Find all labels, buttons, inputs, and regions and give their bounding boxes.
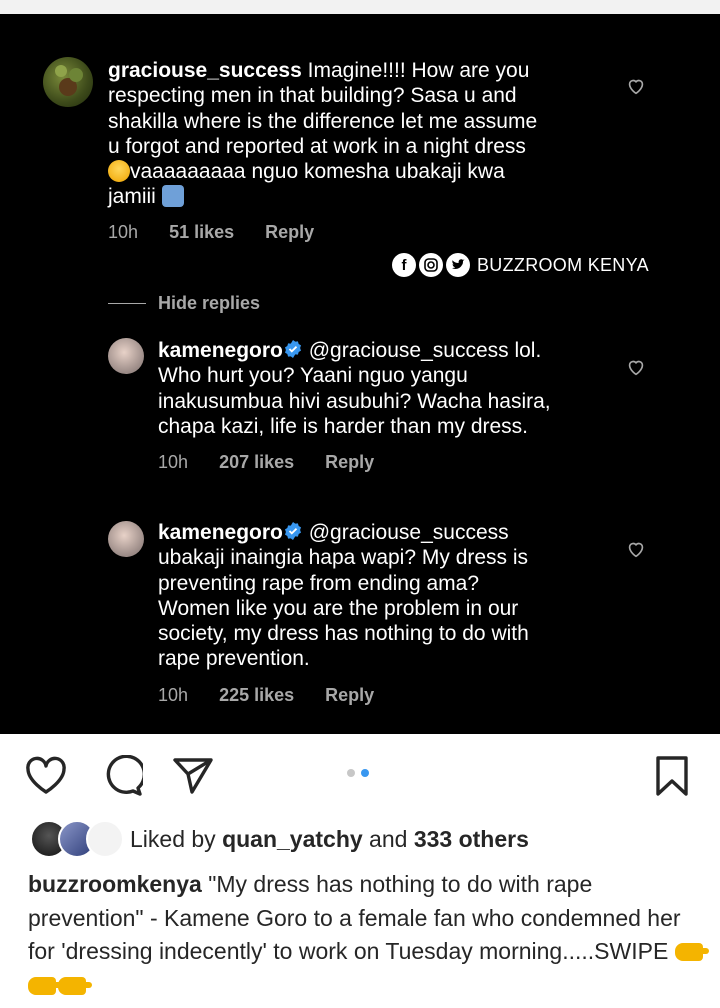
carousel-dot-active[interactable] bbox=[361, 769, 369, 777]
share-icon[interactable] bbox=[172, 756, 214, 796]
verified-badge-icon bbox=[284, 522, 301, 540]
smirk-emoji-icon bbox=[108, 160, 130, 183]
heart-icon[interactable] bbox=[625, 538, 647, 560]
bookmark-icon[interactable] bbox=[654, 755, 690, 797]
commenter-avatar[interactable] bbox=[43, 57, 93, 107]
comment-screenshot: graciouse_success Imagine!!!! How are yo… bbox=[0, 14, 720, 734]
comment-body: graciouse_success Imagine!!!! How are yo… bbox=[108, 59, 538, 209]
heart-icon[interactable] bbox=[625, 356, 647, 378]
reply-avatar[interactable] bbox=[108, 338, 144, 374]
comment-icon[interactable] bbox=[101, 755, 143, 797]
hide-replies-button[interactable]: Hide replies bbox=[158, 293, 260, 314]
carousel-dot[interactable] bbox=[347, 769, 355, 777]
comment-username[interactable]: graciouse_success bbox=[108, 59, 302, 82]
hide-replies-line bbox=[108, 303, 146, 304]
liked-by[interactable]: Liked by quan_yatchy and 333 others bbox=[130, 826, 529, 853]
reply-body: kamenegoro @graciouse_success ubakaji in… bbox=[158, 521, 529, 671]
reply-likes[interactable]: 207 likes bbox=[219, 452, 294, 472]
reply-username[interactable]: kamenegoro bbox=[158, 521, 283, 544]
reply-likes[interactable]: 225 likes bbox=[219, 685, 294, 705]
liked-by-count[interactable]: 333 others bbox=[414, 826, 529, 852]
facebook-icon: f bbox=[392, 253, 416, 277]
reply-button[interactable]: Reply bbox=[325, 685, 374, 705]
status-strip bbox=[0, 0, 720, 14]
trash-emoji-icon bbox=[161, 185, 184, 208]
pointing-hand-emoji-icon bbox=[674, 943, 709, 961]
liker-avatar[interactable] bbox=[86, 820, 124, 858]
instagram-icon bbox=[419, 253, 443, 277]
reply-time: 10h bbox=[158, 452, 189, 472]
pointing-hand-emoji-icon bbox=[28, 976, 62, 995]
watermark-text: BUZZROOM KENYA bbox=[477, 254, 649, 275]
comment-meta: 10h 51 likes Reply bbox=[108, 222, 340, 243]
heart-icon[interactable] bbox=[625, 75, 647, 97]
watermark: f BUZZROOM KENYA bbox=[392, 252, 649, 278]
caption-username[interactable]: buzzroomkenya bbox=[28, 871, 202, 897]
liked-by-user[interactable]: quan_yatchy bbox=[222, 826, 363, 852]
twitter-icon bbox=[446, 253, 470, 277]
avatar-image bbox=[55, 65, 83, 96]
reply-button[interactable]: Reply bbox=[325, 452, 374, 472]
reply-time: 10h bbox=[158, 685, 189, 705]
heart-icon[interactable] bbox=[24, 756, 68, 796]
reply-avatar[interactable] bbox=[108, 521, 144, 557]
reply-button[interactable]: Reply bbox=[265, 222, 314, 242]
comment-time: 10h bbox=[108, 222, 139, 242]
reply-meta: 10h 225 likes Reply bbox=[158, 685, 400, 706]
reply-body: kamenegoro @graciouse_success lol. Who h… bbox=[158, 339, 551, 438]
carousel-indicator bbox=[347, 769, 369, 777]
post-caption: buzzroomkenya "My dress has nothing to d… bbox=[28, 868, 709, 1002]
reply-meta: 10h 207 likes Reply bbox=[158, 452, 400, 473]
pointing-hand-emoji-icon bbox=[58, 976, 92, 995]
reply-username[interactable]: kamenegoro bbox=[158, 339, 283, 362]
comment-likes[interactable]: 51 likes bbox=[169, 222, 234, 242]
verified-badge-icon bbox=[284, 340, 301, 358]
